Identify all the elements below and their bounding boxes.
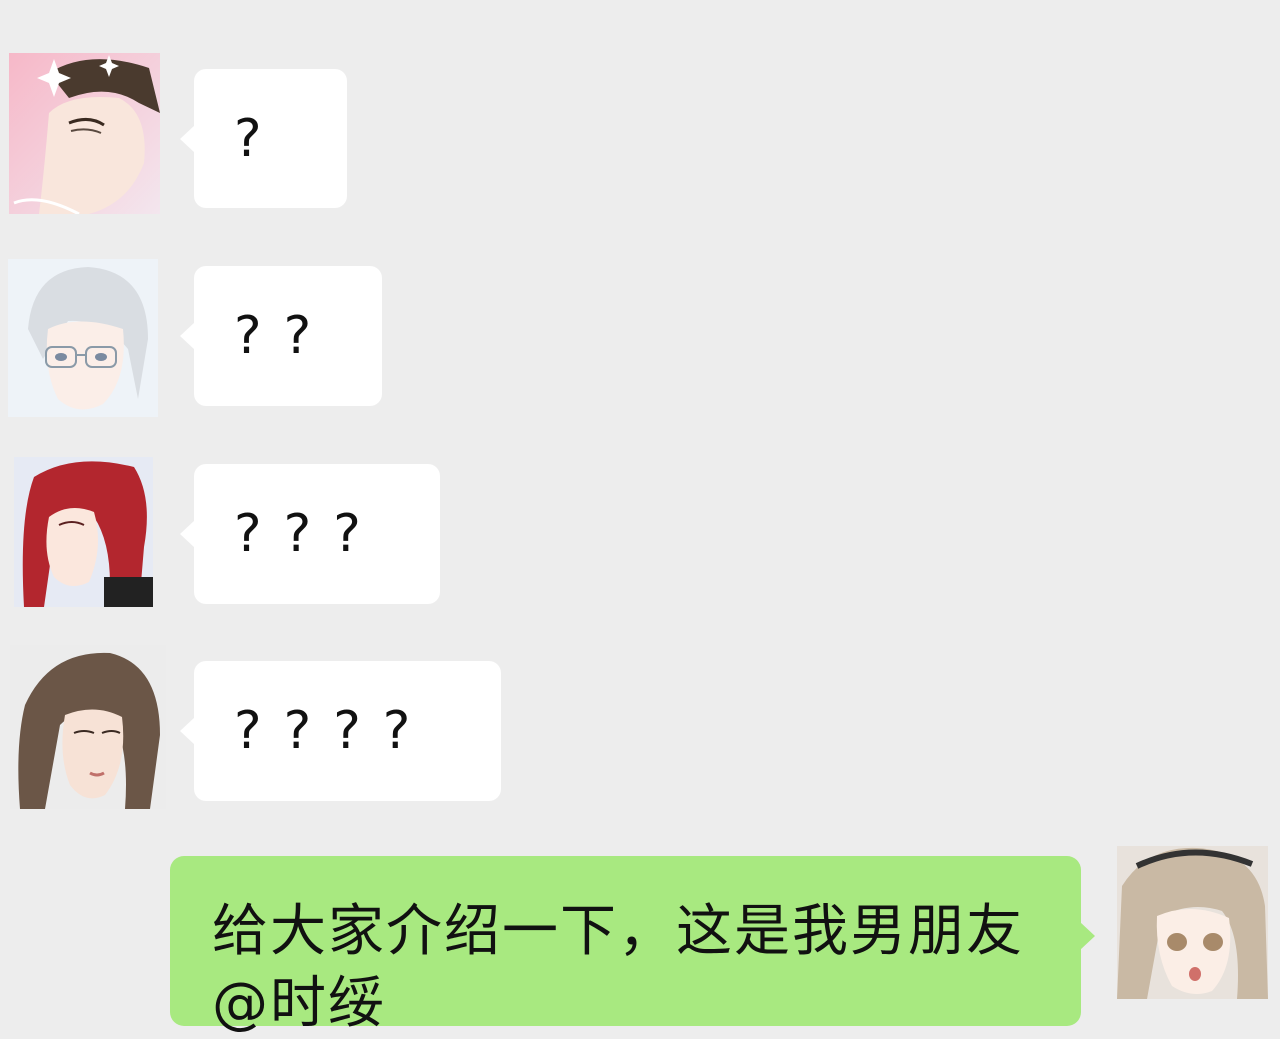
blonde-girl-avatar-icon[interactable] xyxy=(1117,846,1268,999)
bubble-tail xyxy=(180,322,195,350)
silver-hair-glasses-avatar-icon[interactable] xyxy=(8,259,158,417)
outgoing-message-bubble[interactable]: 给大家介绍一下，这是我男朋友@时绥 xyxy=(170,856,1095,1036)
message-text: 给大家介绍一下，这是我男朋友@时绥 xyxy=(212,899,1024,1036)
message-text: ? xyxy=(234,109,284,169)
chat-message-list: ? ?? ??? ???? 给大家介绍一下，这是我男朋友@时绥 xyxy=(0,0,1280,1036)
message-bubble[interactable]: ???? xyxy=(180,661,501,801)
message-bubble[interactable]: ??? xyxy=(180,464,440,604)
brown-hair-avatar-icon[interactable] xyxy=(10,645,166,809)
dark-hair-man-avatar-icon[interactable] xyxy=(9,53,160,214)
bubble-tail xyxy=(1080,922,1095,950)
message-bubble[interactable]: ? xyxy=(180,69,347,208)
message-text: ??? xyxy=(234,504,383,564)
message-text: ?? xyxy=(234,306,334,366)
message-text: ???? xyxy=(234,701,433,761)
red-hair-avatar-icon[interactable] xyxy=(14,457,153,607)
bubble-tail xyxy=(180,717,195,745)
bubble-tail xyxy=(180,124,195,153)
message-bubble[interactable]: ?? xyxy=(180,266,382,406)
bubble-tail xyxy=(180,520,195,548)
